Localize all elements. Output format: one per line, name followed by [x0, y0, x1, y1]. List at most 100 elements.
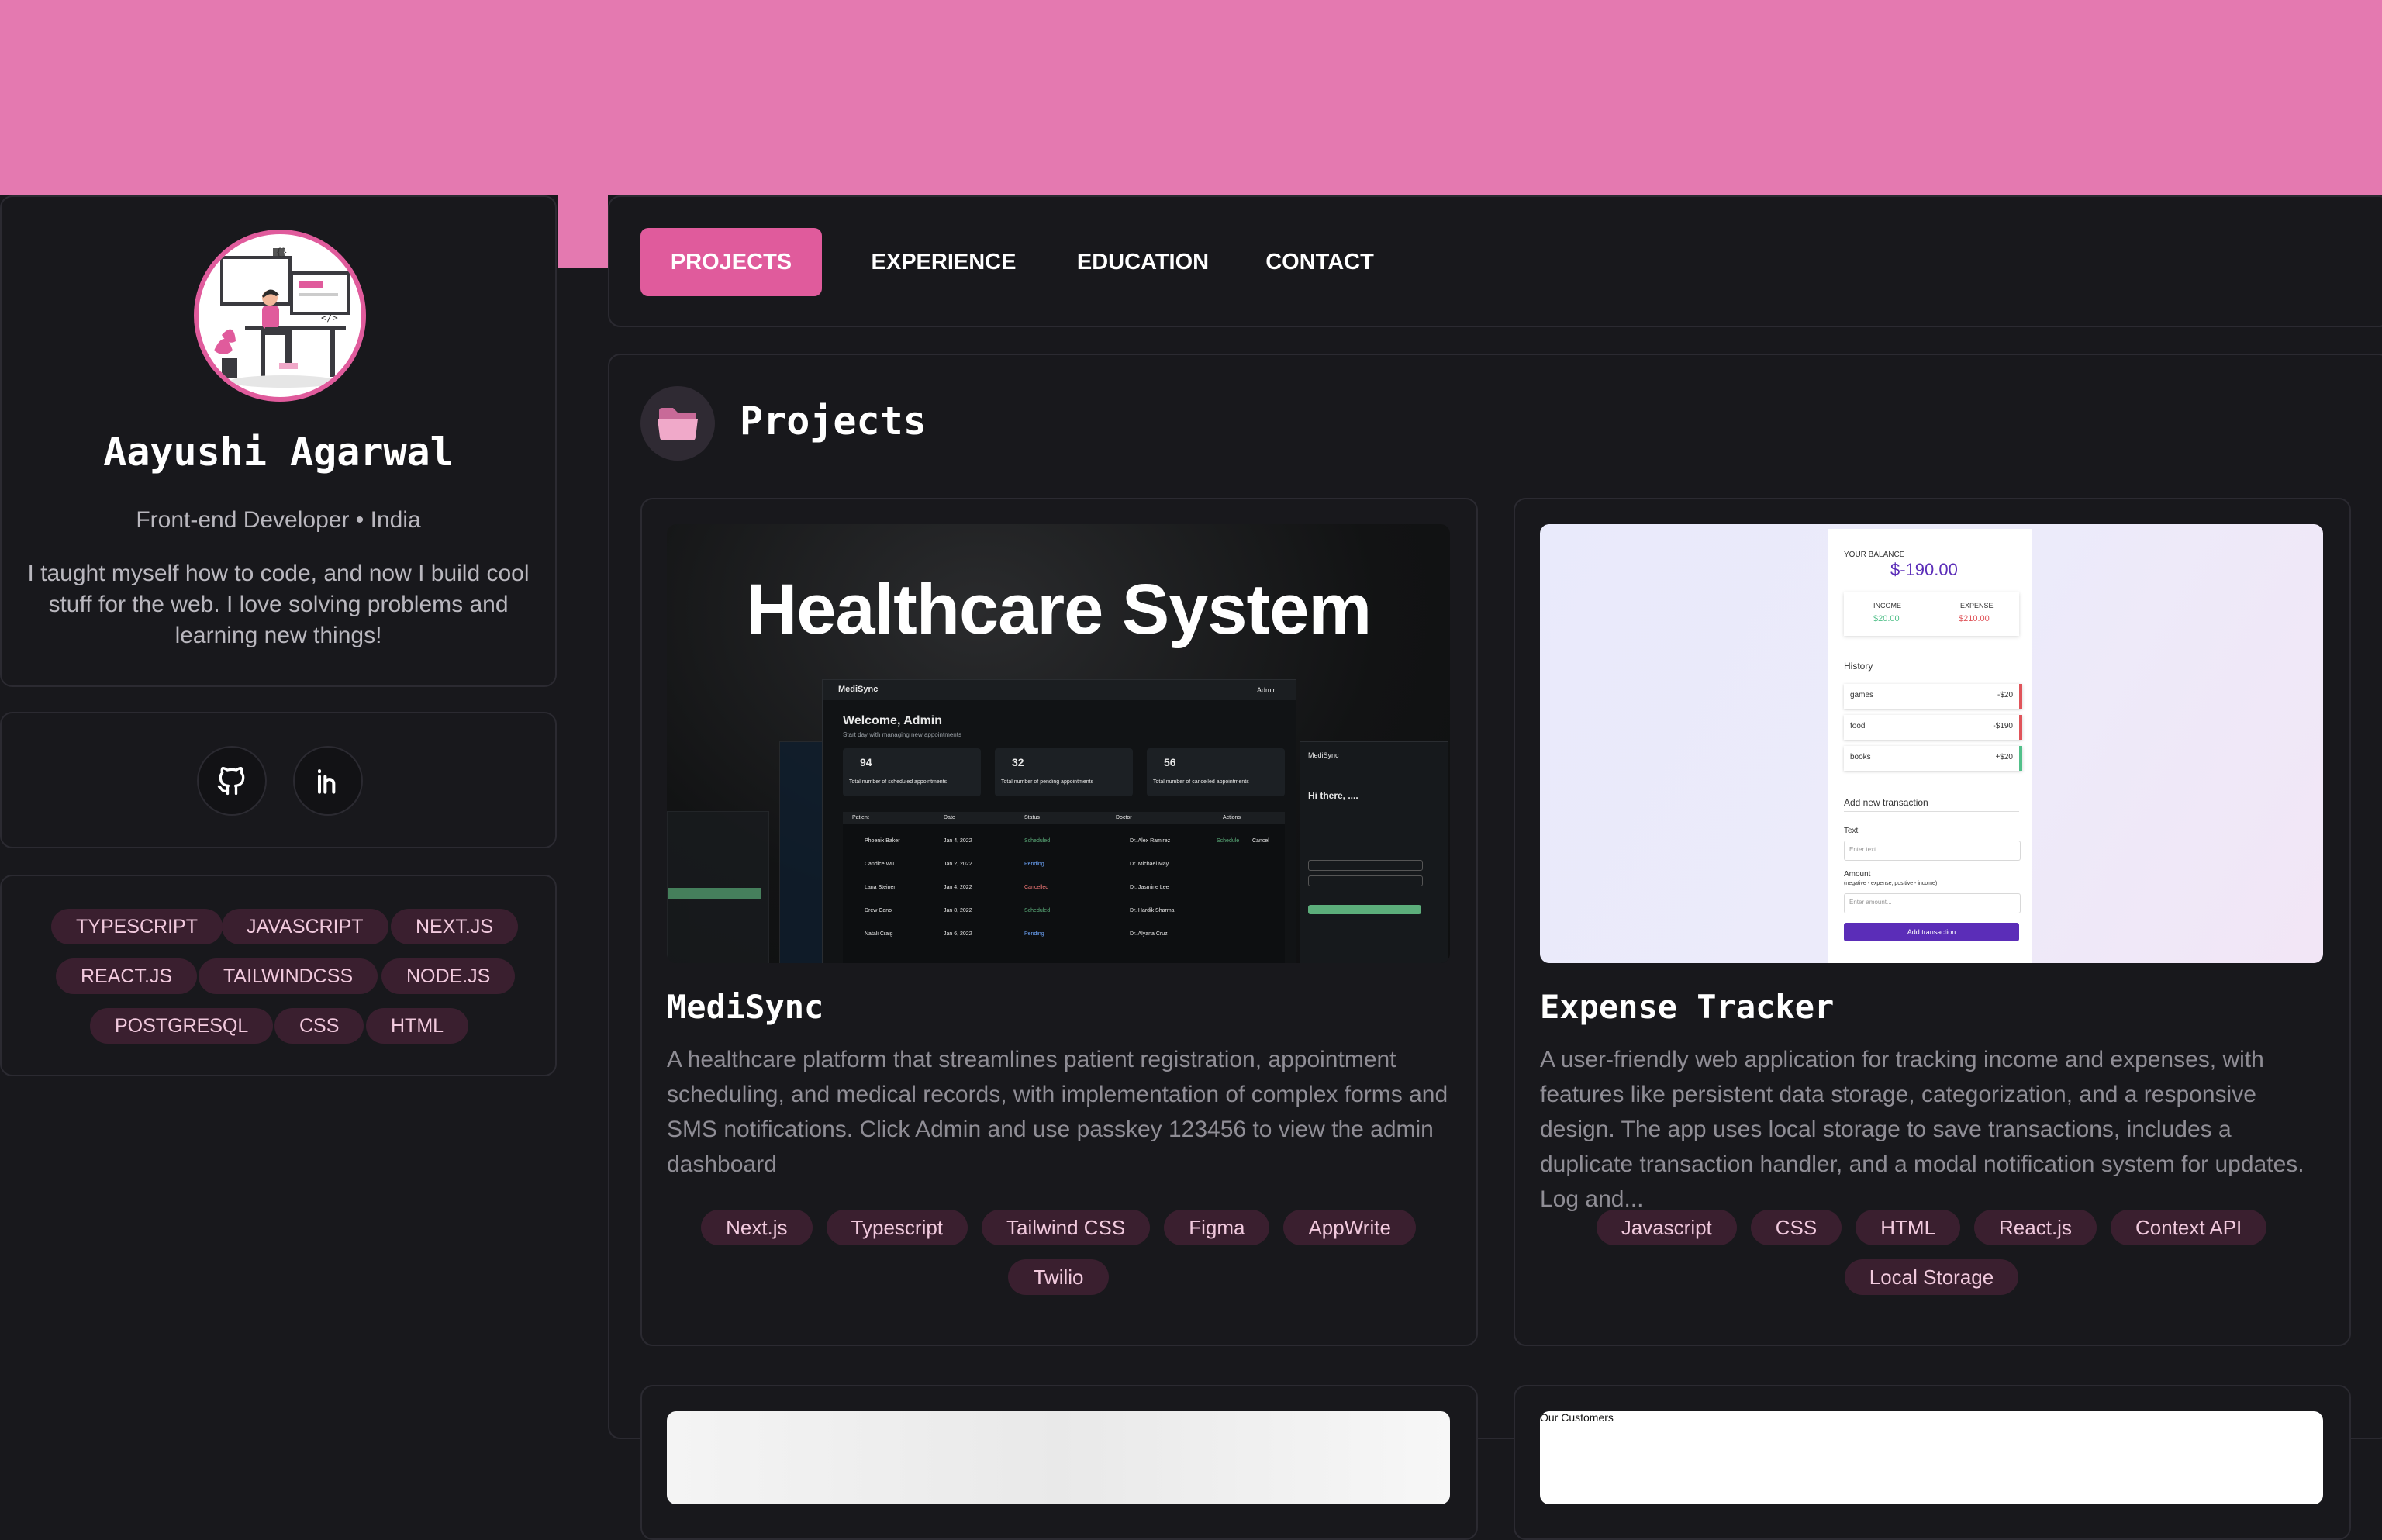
mockup-welcome: Welcome, Admin — [843, 714, 943, 727]
table-header: Status — [1024, 815, 1040, 820]
table-action: Schedule — [1217, 838, 1240, 844]
table-cell: Phoenix Baker — [865, 838, 900, 844]
history-amount: -$190 — [1993, 722, 2013, 730]
linkedin-icon — [317, 769, 336, 794]
mockup-app-name: MediSync — [838, 685, 879, 694]
table-cell: Jan 4, 2022 — [944, 838, 972, 844]
section-icon — [640, 386, 715, 461]
profile-bio: I taught myself how to code, and now I b… — [27, 561, 530, 648]
balance-value: $-190.00 — [1890, 560, 1958, 579]
history-name: games — [1850, 691, 1874, 699]
table-cell: Dr. Michael May — [1130, 862, 1169, 867]
stat-card: 32 Total number of pending appointments — [995, 748, 1133, 796]
project-thumbnail[interactable]: Our Customers — [1540, 1411, 2323, 1504]
mockup-app-name: MediSync — [1308, 751, 1339, 759]
table-header: Actions — [1223, 815, 1241, 820]
skill-chip: NODE.JS — [381, 958, 516, 994]
project-title: MediSync — [667, 988, 824, 1026]
profile-card: {} </> Aayushi Agarwal Front-end Develop… — [0, 195, 557, 687]
amount-hint: (negative - expense, positive - income) — [1844, 881, 1938, 886]
svg-text:{}: {} — [276, 247, 287, 257]
tech-tag: HTML — [1856, 1210, 1961, 1245]
tab-experience[interactable]: EXPERIENCE — [859, 228, 1028, 296]
table-cell: Jan 4, 2022 — [944, 885, 972, 890]
tech-tag: Javascript — [1596, 1210, 1737, 1245]
stat-label: Total number of scheduled appointments — [849, 779, 948, 785]
stat-label: Total number of pending appointments — [1001, 779, 1094, 785]
stat-value: 56 — [1164, 756, 1176, 768]
social-links-card — [0, 712, 557, 848]
github-button[interactable] — [197, 746, 267, 816]
history-name: food — [1850, 722, 1866, 730]
history-item: books +$20 — [1844, 746, 2022, 771]
text-label: Text — [1844, 827, 1859, 835]
project-thumbnail[interactable]: Healthcare System MediSync Hi there, ...… — [667, 524, 1450, 963]
tab-education[interactable]: EDUCATION — [1065, 228, 1220, 296]
add-transaction-mock-button: Add transaction — [1844, 923, 2019, 941]
skill-chip: CSS — [274, 1008, 364, 1044]
skill-chip: HTML — [366, 1008, 469, 1044]
tech-tag: Local Storage — [1844, 1259, 2019, 1295]
project-description: A user-friendly web application for trac… — [1540, 1047, 2304, 1212]
table-cell: Scheduled — [1024, 908, 1051, 913]
project-thumbnail[interactable]: YOUR BALANCE $-190.00 INCOME $20.00 EXPE… — [1540, 524, 2323, 963]
history-item: food -$190 — [1844, 715, 2022, 740]
thumbnail-caption: Our Customers — [1540, 1411, 1614, 1424]
profile-name: Aayushi Agarwal — [103, 430, 454, 475]
project-tags: Javascript CSS HTML React.js Context API… — [1540, 1210, 2323, 1295]
skill-chip: REACT.JS — [56, 958, 198, 994]
tech-tag: Figma — [1164, 1210, 1270, 1245]
tech-tag: Next.js — [701, 1210, 813, 1245]
tech-tag: Twilio — [1008, 1259, 1109, 1295]
project-card[interactable]: YOUR BALANCE $-190.00 INCOME $20.00 EXPE… — [1514, 498, 2351, 1346]
stat-value: 94 — [860, 756, 872, 768]
table-cell: Pending — [1024, 862, 1044, 867]
table-header: Doctor — [1116, 815, 1132, 820]
table-header: Date — [944, 815, 955, 820]
skill-chip: JAVASCRIPT — [222, 909, 388, 944]
history-amount: -$20 — [1997, 691, 2013, 699]
table-cell: Cancelled — [1024, 885, 1049, 890]
thumbnail-heading: Healthcare System — [745, 570, 1372, 649]
amount-placeholder: Enter amount... — [1849, 899, 1892, 906]
table-cell: Dr. Alyana Cruz — [1130, 931, 1168, 937]
income-expense-box: INCOME $20.00 EXPENSE $210.00 — [1844, 592, 2019, 636]
mockup-subtitle: Start day with managing new appointments — [843, 731, 961, 738]
skill-chip: NEXT.JS — [391, 909, 519, 944]
project-card[interactable] — [640, 1385, 1478, 1540]
project-card[interactable]: Our Customers — [1514, 1385, 2351, 1540]
tech-tag: Context API — [2110, 1210, 2267, 1245]
tech-tag: CSS — [1750, 1210, 1842, 1245]
table-action: Cancel — [1252, 838, 1269, 844]
section-title: Projects — [740, 399, 927, 444]
svg-text:</>: </> — [321, 312, 338, 323]
header-banner — [0, 0, 2382, 195]
background-mockup — [667, 811, 769, 963]
expense-value: $210.00 — [1959, 614, 1990, 623]
tab-projects[interactable]: PROJECTS — [640, 228, 822, 296]
table-cell: Jan 8, 2022 — [944, 908, 972, 913]
income-label: INCOME — [1873, 602, 1901, 609]
stat-label: Total number of cancelled appointments — [1153, 779, 1249, 785]
linkedin-button[interactable] — [293, 746, 363, 816]
project-tags: Next.js Typescript Tailwind CSS Figma Ap… — [667, 1210, 1450, 1295]
table-cell: Dr. Hardik Sharma — [1130, 908, 1175, 913]
history-heading: History — [1844, 661, 1873, 672]
project-description: A healthcare platform that streamlines p… — [667, 1047, 1448, 1177]
amount-input-mock: Enter amount... — [1844, 893, 2021, 913]
table-cell: Dr. Alex Ramirez — [1130, 838, 1171, 844]
table-cell: Jan 6, 2022 — [944, 931, 972, 937]
project-card[interactable]: Healthcare System MediSync Hi there, ...… — [640, 498, 1478, 1346]
stat-card: 56 Total number of cancelled appointment… — [1147, 748, 1285, 796]
projects-panel: Projects Healthcare System MediSync Hi t… — [608, 354, 2382, 1540]
add-transaction-label: Add transaction — [1907, 928, 1956, 936]
income-value: $20.00 — [1873, 614, 1900, 623]
table-cell: Drew Cano — [865, 908, 892, 913]
project-thumbnail[interactable] — [667, 1411, 1450, 1504]
table-cell: Candice Wu — [865, 862, 895, 867]
folder-icon — [658, 408, 698, 440]
history-amount: +$20 — [1995, 753, 2013, 761]
tech-tag: React.js — [1974, 1210, 2097, 1245]
expense-app-mockup: YOUR BALANCE $-190.00 INCOME $20.00 EXPE… — [1828, 529, 2032, 963]
tab-contact[interactable]: CONTACT — [1258, 228, 1382, 296]
